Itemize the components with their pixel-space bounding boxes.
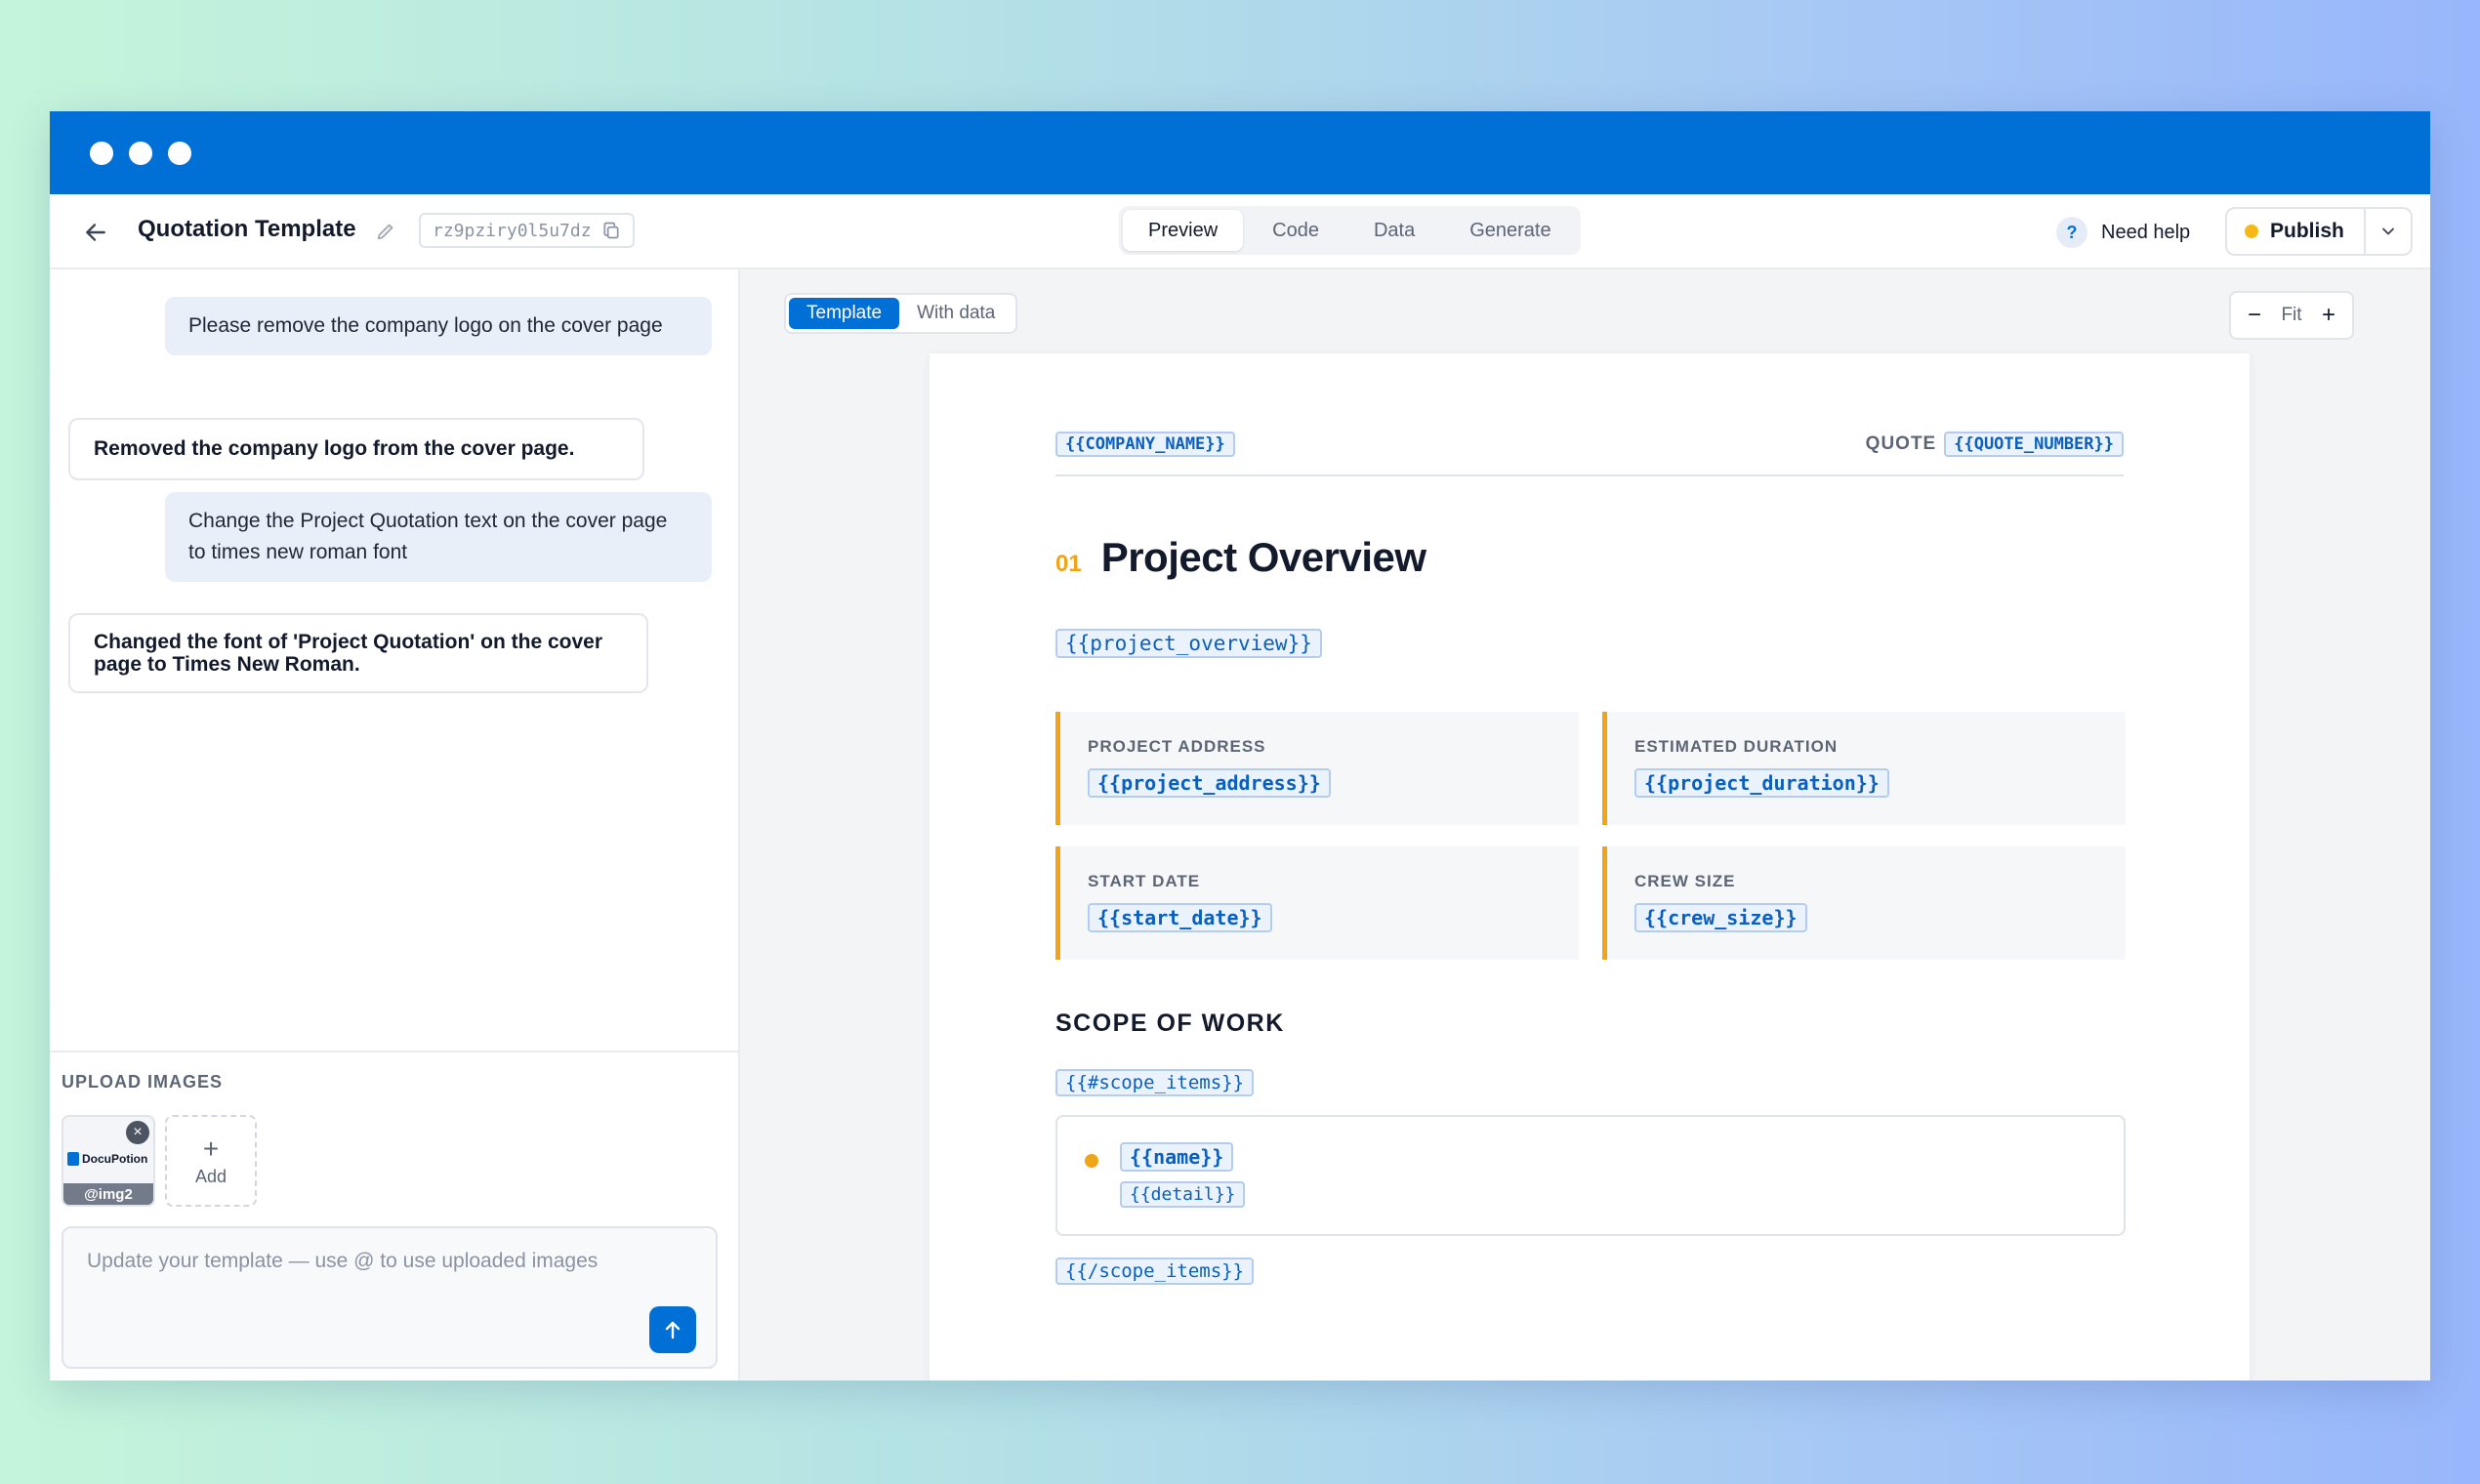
scope-item-box: {{name}} {{detail}} (1055, 1115, 2126, 1236)
logo-mark-icon (67, 1152, 79, 1166)
template-id: rz9pziry0l5u7dz (433, 220, 592, 241)
chat-message-user: Change the Project Quotation text on the… (165, 492, 712, 582)
zoom-fit-button[interactable]: Fit (2281, 305, 2301, 326)
chevron-down-icon (2381, 227, 2394, 235)
zoom-controls: − Fit + (2229, 291, 2354, 340)
chat-composer (62, 1226, 718, 1369)
scope-items-open-tag: {{#scope_items}} (1055, 1069, 1255, 1096)
scope-of-work-heading: SCOPE OF WORK (1055, 1010, 1285, 1037)
quote-number-tag: {{QUOTE_NUMBER}} (1944, 432, 2124, 457)
need-help-label: Need help (2101, 221, 2191, 243)
scope-items-close-tag: {{/scope_items}} (1055, 1257, 1255, 1285)
template-id-chip[interactable]: rz9pziry0l5u7dz (419, 213, 635, 248)
remove-image-button[interactable]: × (126, 1121, 149, 1144)
window-maximize-dot[interactable] (168, 141, 191, 165)
arrow-left-icon (86, 224, 105, 241)
arrow-up-icon (665, 1321, 681, 1340)
info-card-label: CREW SIZE (1634, 872, 1736, 890)
chat-message-assistant: Removed the company logo from the cover … (68, 418, 644, 480)
view-template-button[interactable]: Template (789, 298, 900, 329)
info-card-estimated-duration: ESTIMATED DURATION {{project_duration}} (1602, 712, 2126, 825)
copy-icon (603, 222, 619, 239)
back-button[interactable] (77, 214, 114, 251)
publish-group: Publish (2225, 207, 2413, 256)
top-toolbar: Quotation Template rz9pziry0l5u7dz Previ… (50, 194, 2430, 269)
view-mode-toggle: Template With data (784, 293, 1018, 334)
template-title: Quotation Template (138, 216, 356, 242)
chat-message-user: Please remove the company logo on the co… (165, 297, 712, 355)
help-question-icon: ? (2056, 217, 2087, 248)
info-card-crew-size: CREW SIZE {{crew_size}} (1602, 846, 2126, 960)
edit-title-button[interactable] (372, 218, 399, 245)
tab-data[interactable]: Data (1348, 210, 1440, 251)
publish-label: Publish (2270, 220, 2344, 242)
close-icon: × (133, 1124, 143, 1140)
window-titlebar (50, 111, 2430, 194)
plus-icon: + (202, 1133, 220, 1164)
zoom-in-button[interactable]: + (2317, 302, 2340, 329)
upload-images-section: UPLOAD IMAGES DocuPotion @img2 × + Add (50, 1051, 738, 1207)
zoom-out-button[interactable]: − (2243, 302, 2266, 329)
add-label: Add (194, 1166, 227, 1186)
info-card-label: PROJECT ADDRESS (1088, 737, 1266, 756)
document-header: {{COMPANY_NAME}} QUOTE {{QUOTE_NUMBER}} (1055, 432, 2124, 476)
preview-panel: Template With data − Fit + {{COMPANY_NAM… (740, 269, 2430, 1381)
window-minimize-dot[interactable] (129, 141, 152, 165)
publish-dropdown-button[interactable] (2363, 209, 2411, 254)
add-image-button[interactable]: + Add (165, 1115, 257, 1207)
scope-item-name-tag: {{name}} (1120, 1142, 1234, 1172)
tab-generate[interactable]: Generate (1444, 210, 1576, 251)
section-title: Project Overview (1100, 534, 1426, 580)
pencil-icon (377, 224, 393, 240)
tab-code[interactable]: Code (1247, 210, 1344, 251)
chat-input[interactable] (63, 1228, 716, 1367)
image-tag: @img2 (63, 1183, 153, 1205)
view-with-data-button[interactable]: With data (899, 298, 1013, 329)
section-heading: 01 Project Overview (1055, 534, 1426, 581)
bullet-dot (1085, 1154, 1098, 1168)
info-card-start-date: START DATE {{start_date}} (1055, 846, 1579, 960)
info-card-label: START DATE (1088, 872, 1201, 890)
company-name-tag: {{COMPANY_NAME}} (1055, 432, 1235, 457)
main-tabs: Preview Code Data Generate (1119, 206, 1581, 255)
chat-message-assistant: Changed the font of 'Project Quotation' … (68, 613, 648, 693)
app-window: Quotation Template rz9pziry0l5u7dz Previ… (50, 111, 2430, 1381)
quote-number: QUOTE {{QUOTE_NUMBER}} (1866, 432, 2124, 457)
send-button[interactable] (649, 1306, 696, 1353)
info-card-label: ESTIMATED DURATION (1634, 737, 1839, 756)
scope-item-detail-tag: {{detail}} (1120, 1181, 1246, 1208)
docupotion-logo: DocuPotion (67, 1152, 147, 1166)
project-overview-tag: {{project_overview}} (1055, 629, 1322, 658)
logo-text: DocuPotion (82, 1152, 148, 1166)
uploaded-image-thumbnail[interactable]: DocuPotion @img2 × (62, 1115, 155, 1207)
info-card-tag: {{crew_size}} (1634, 903, 1807, 932)
upload-images-label: UPLOAD IMAGES (62, 1072, 224, 1092)
chat-panel: Please remove the company logo on the co… (50, 269, 740, 1381)
quote-label: QUOTE (1865, 433, 1937, 454)
publish-status-dot (2245, 225, 2258, 238)
document-page: {{COMPANY_NAME}} QUOTE {{QUOTE_NUMBER}} … (930, 353, 2250, 1381)
need-help-button[interactable]: ? Need help (2056, 214, 2190, 251)
tab-preview[interactable]: Preview (1123, 210, 1244, 251)
info-card-tag: {{project_address}} (1088, 768, 1331, 798)
info-card-project-address: PROJECT ADDRESS {{project_address}} (1055, 712, 1579, 825)
section-number: 01 (1055, 551, 1082, 577)
info-card-tag: {{project_duration}} (1634, 768, 1889, 798)
window-close-dot[interactable] (90, 141, 113, 165)
publish-button[interactable]: Publish (2227, 209, 2364, 254)
info-card-tag: {{start_date}} (1088, 903, 1272, 932)
